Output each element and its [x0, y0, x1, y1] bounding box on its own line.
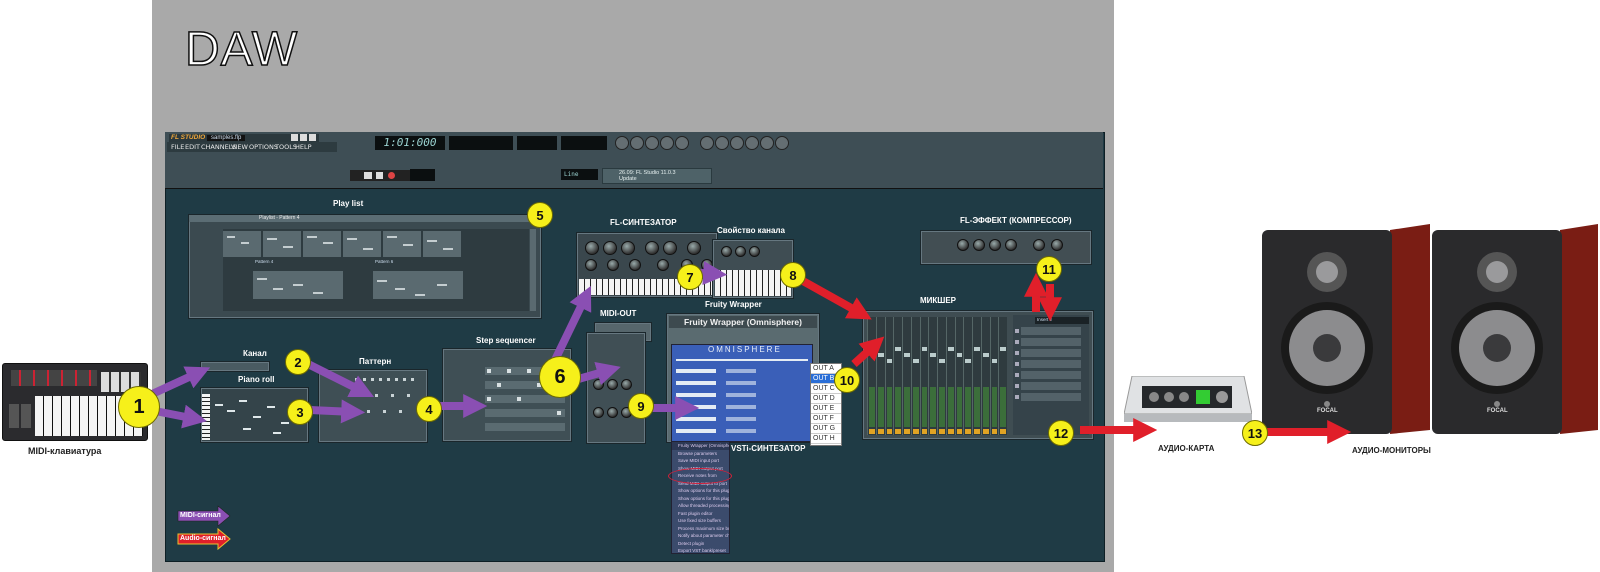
badge-11: 11: [1036, 256, 1062, 282]
badge-4: 4: [416, 396, 442, 422]
badge-1: 1: [118, 386, 160, 428]
legend-audio-text: Audio-сигнал: [180, 535, 226, 542]
badge-13: 13: [1242, 420, 1268, 446]
midi-arrow-keyboard-channel: [148, 366, 211, 399]
badge-10: 10: [834, 367, 860, 393]
badge-3: 3: [287, 399, 313, 425]
audio-arrow-wrapper-mixer: [851, 336, 885, 367]
audio-arrows: [792, 272, 1352, 444]
highlight-ellipse: [668, 468, 732, 484]
badge-2: 2: [285, 349, 311, 375]
audio-arrow-properties-mixer: [792, 272, 872, 320]
badge-5: 5: [527, 202, 553, 228]
legend-midi-text: MIDI-сигнал: [180, 512, 221, 519]
badge-8: 8: [780, 262, 806, 288]
badge-9: 9: [628, 393, 654, 419]
midi-arrow-pianoroll-pattern: [309, 399, 366, 424]
midi-arrow-sequencer-synth: [551, 285, 592, 362]
badge-6: 6: [539, 356, 581, 398]
badge-7: 7: [677, 264, 703, 290]
signal-arrows: [148, 261, 1352, 551]
badge-12: 12: [1048, 420, 1074, 446]
